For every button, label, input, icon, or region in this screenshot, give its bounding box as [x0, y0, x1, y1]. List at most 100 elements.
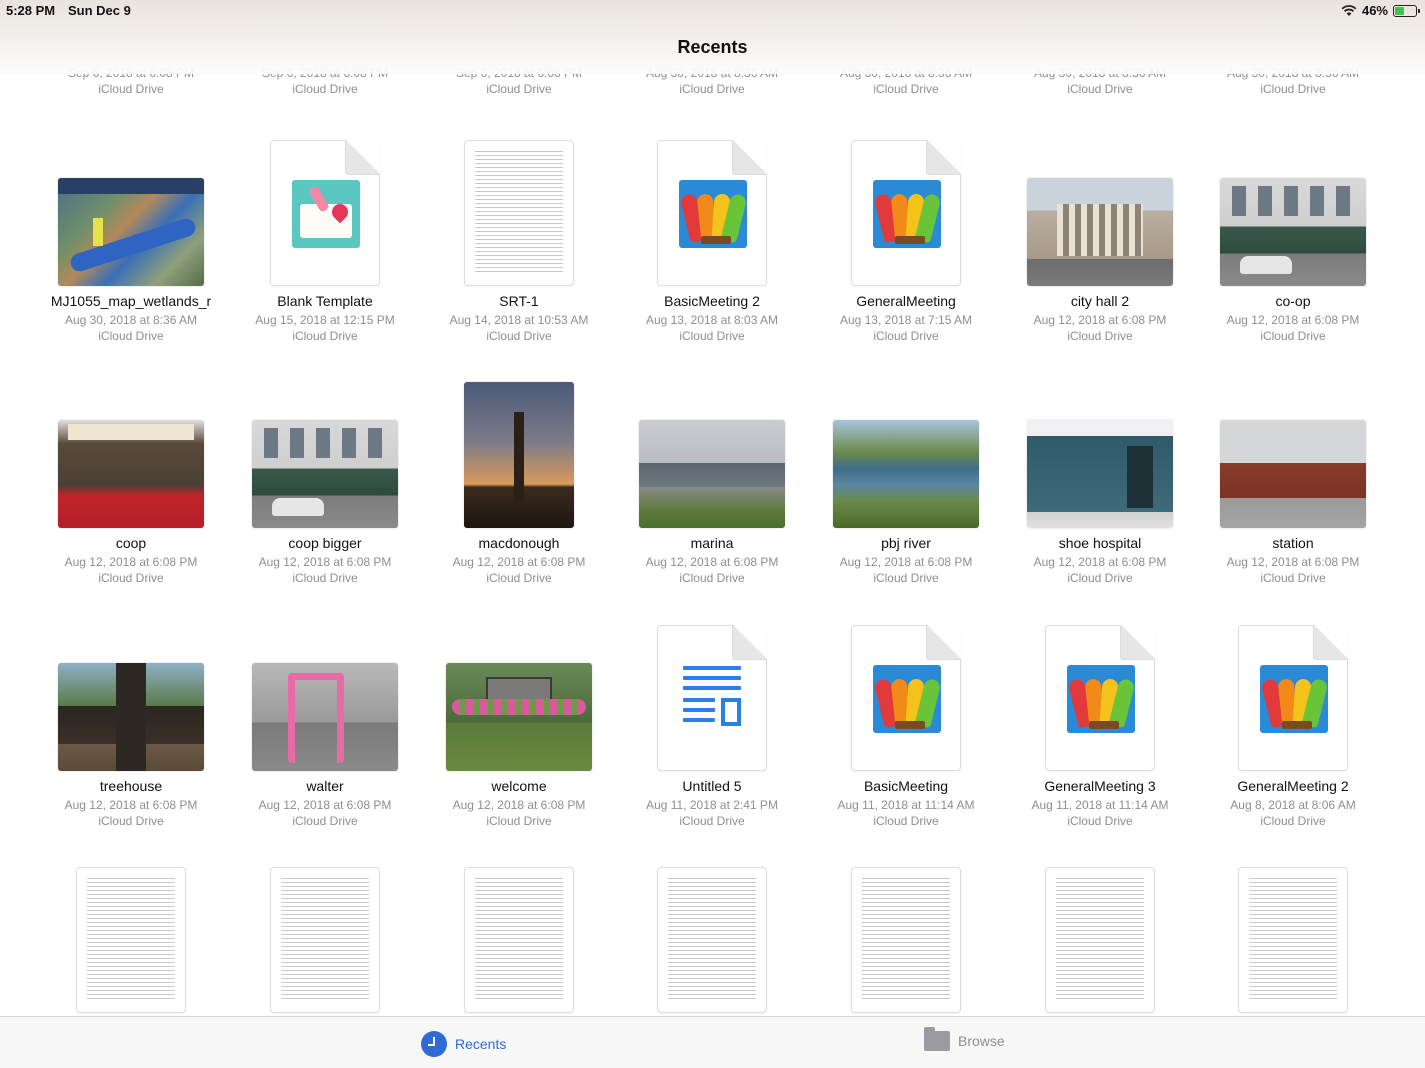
keynote-document-thumbnail	[851, 625, 961, 771]
file-location: iCloud Drive	[292, 329, 358, 343]
file-name: coop	[115, 535, 147, 551]
file-thumbnail[interactable]	[36, 136, 226, 286]
file-item[interactable]	[1198, 863, 1388, 1016]
keynote-document-thumbnail	[1045, 625, 1155, 771]
file-thumbnail[interactable]	[1005, 378, 1195, 528]
file-item[interactable]: marina Aug 12, 2018 at 6:08 PM iCloud Driv…	[617, 378, 807, 618]
file-item[interactable]	[424, 863, 614, 1016]
file-name: welcome	[491, 778, 547, 794]
file-item[interactable]: shoe hospital Aug 12, 2018 at 6:08 PM iClo…	[1005, 378, 1195, 618]
file-thumbnail[interactable]	[424, 136, 614, 286]
file-row	[0, 863, 1425, 1016]
file-location: iCloud Drive	[98, 329, 164, 343]
file-thumbnail[interactable]	[1005, 136, 1195, 286]
file-name: SRT-1	[499, 293, 539, 309]
tab-recents-label: Recents	[455, 1036, 507, 1052]
file-thumbnail[interactable]	[1198, 621, 1388, 771]
template-document-thumbnail	[270, 140, 380, 286]
file-date: Aug 12, 2018 at 6:08 PM	[1226, 313, 1360, 327]
file-thumbnail[interactable]	[617, 136, 807, 286]
file-item[interactable]: coop bigger Aug 12, 2018 at 6:08 PM iCloud…	[230, 378, 420, 618]
file-thumbnail[interactable]	[811, 863, 1001, 1013]
file-thumbnail[interactable]	[811, 378, 1001, 528]
file-location: iCloud Drive	[486, 329, 552, 343]
file-item[interactable]: BasicMeeting Aug 11, 2018 at 11:14 AM iClo…	[811, 621, 1001, 861]
file-name: MJ1055_map_wetlands_r	[50, 293, 212, 309]
file-item[interactable]: pbj river Aug 12, 2018 at 6:08 PM iCloud D…	[811, 378, 1001, 618]
file-item[interactable]: co-op Aug 12, 2018 at 6:08 PM iCloud Drive	[1198, 136, 1388, 376]
file-item[interactable]: walter Aug 12, 2018 at 6:08 PM iCloud Driv…	[230, 621, 420, 861]
file-thumbnail[interactable]	[36, 378, 226, 528]
file-item[interactable]	[811, 863, 1001, 1016]
file-item[interactable]: SRT-1 Aug 14, 2018 at 10:53 AM iCloud Driv…	[424, 136, 614, 376]
file-thumbnail[interactable]	[617, 621, 807, 771]
text-document-thumbnail	[464, 867, 574, 1013]
file-item[interactable]: treehouse Aug 12, 2018 at 6:08 PM iCloud D…	[36, 621, 226, 861]
tab-browse-label: Browse	[958, 1033, 1005, 1049]
meeting-hands-icon	[679, 180, 747, 248]
file-location: iCloud Drive	[486, 814, 552, 828]
file-date: Aug 12, 2018 at 6:08 PM	[258, 555, 392, 569]
file-item[interactable]: macdonough Aug 12, 2018 at 6:08 PM iCloud …	[424, 378, 614, 618]
meeting-hands-icon	[873, 180, 941, 248]
file-name: walter	[306, 778, 344, 794]
file-thumbnail[interactable]	[811, 621, 1001, 771]
file-thumbnail[interactable]	[230, 136, 420, 286]
file-thumbnail[interactable]	[1005, 621, 1195, 771]
photo-thumbnail	[1027, 178, 1173, 286]
file-item[interactable]: BasicMeeting 2 Aug 13, 2018 at 8:03 AM iCl…	[617, 136, 807, 376]
file-thumbnail[interactable]	[36, 621, 226, 771]
text-document-thumbnail	[851, 867, 961, 1013]
file-thumbnail[interactable]	[1005, 863, 1195, 1013]
file-item[interactable]: Untitled 5 Aug 11, 2018 at 2:41 PM iCloud …	[617, 621, 807, 861]
file-item[interactable]	[617, 863, 807, 1016]
file-location: iCloud Drive	[873, 814, 939, 828]
file-item[interactable]: station Aug 12, 2018 at 6:08 PM iCloud Dri…	[1198, 378, 1388, 618]
file-thumbnail[interactable]	[230, 621, 420, 771]
file-thumbnail[interactable]	[230, 863, 420, 1013]
tab-recents[interactable]: Recents	[421, 1031, 506, 1057]
document-text-preview	[475, 151, 563, 275]
text-document-thumbnail	[657, 867, 767, 1013]
clock-icon	[421, 1031, 447, 1057]
file-thumbnail[interactable]	[1198, 136, 1388, 286]
file-thumbnail[interactable]	[424, 378, 614, 528]
file-name: Untitled 5	[682, 778, 742, 794]
file-name: station	[1272, 535, 1314, 551]
file-item[interactable]: coop Aug 12, 2018 at 6:08 PM iCloud Drive	[36, 378, 226, 618]
file-thumbnail[interactable]	[1198, 863, 1388, 1013]
file-item[interactable]	[36, 863, 226, 1016]
status-date: Sun Dec 9	[68, 3, 131, 18]
file-item[interactable]: GeneralMeeting 3 Aug 11, 2018 at 11:14 AM…	[1005, 621, 1195, 861]
text-document-thumbnail	[464, 140, 574, 286]
file-item[interactable]: welcome Aug 12, 2018 at 6:08 PM iCloud Dri…	[424, 621, 614, 861]
file-name: co-op	[1275, 293, 1311, 309]
file-thumbnail[interactable]	[617, 378, 807, 528]
status-indicators: 46%	[1341, 3, 1420, 18]
file-item[interactable]: city hall 2 Aug 12, 2018 at 6:08 PM iCloud…	[1005, 136, 1195, 376]
file-item[interactable]: GeneralMeeting Aug 13, 2018 at 7:15 AM iCl…	[811, 136, 1001, 376]
file-item[interactable]	[1005, 863, 1195, 1016]
file-location: iCloud Drive	[1067, 814, 1133, 828]
file-thumbnail[interactable]	[424, 863, 614, 1013]
photo-thumbnail	[464, 382, 574, 528]
file-thumbnail[interactable]	[36, 863, 226, 1013]
file-location: iCloud Drive	[292, 814, 358, 828]
file-thumbnail[interactable]	[230, 378, 420, 528]
tab-browse[interactable]: Browse	[924, 1027, 1005, 1051]
file-location: iCloud Drive	[98, 814, 164, 828]
file-item[interactable]: MJ1055_map_wetlands_r Aug 30, 2018 at 8:3…	[36, 136, 226, 376]
photo-thumbnail	[1220, 178, 1366, 286]
file-item[interactable]	[230, 863, 420, 1016]
file-date: Aug 12, 2018 at 6:08 PM	[452, 798, 586, 812]
file-thumbnail[interactable]	[1198, 378, 1388, 528]
file-thumbnail[interactable]	[811, 136, 1001, 286]
file-date: Aug 12, 2018 at 6:08 PM	[645, 555, 779, 569]
document-text-preview	[668, 878, 756, 1002]
photo-thumbnail	[252, 420, 398, 528]
file-item[interactable]: Blank Template Aug 15, 2018 at 12:15 PM iC…	[230, 136, 420, 376]
file-grid: Sep 6, 2018 at 6:08 PMiCloud DriveSep 6,…	[0, 0, 1425, 1016]
file-item[interactable]: GeneralMeeting 2 Aug 8, 2018 at 8:06 AM iC…	[1198, 621, 1388, 861]
file-thumbnail[interactable]	[424, 621, 614, 771]
file-thumbnail[interactable]	[617, 863, 807, 1013]
